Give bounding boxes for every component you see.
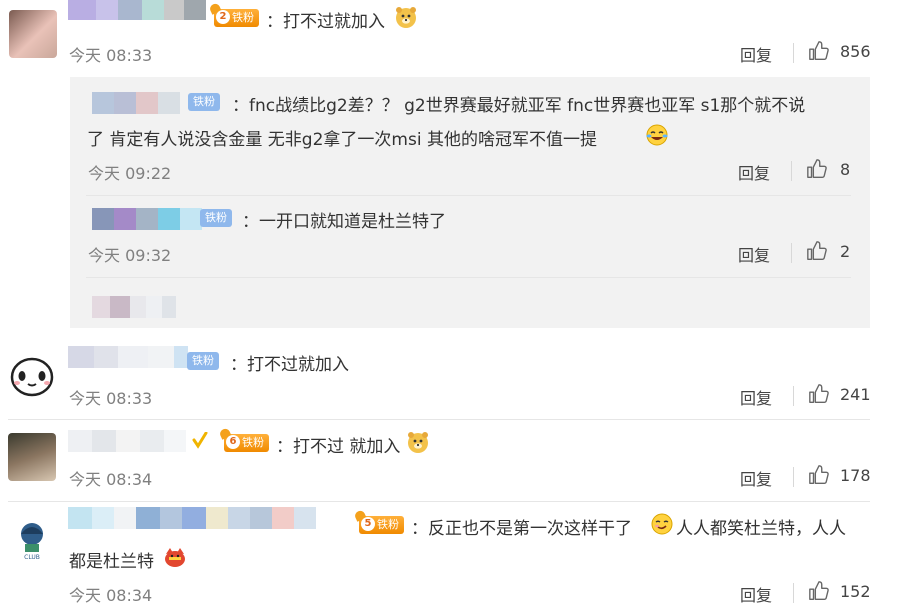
laugh-cry-emoji-icon xyxy=(646,124,668,146)
divider xyxy=(8,501,870,502)
avatar[interactable]: CLUB xyxy=(8,514,56,562)
red-face-emoji-icon xyxy=(165,548,185,567)
comment-text-line2: 都是杜兰特 xyxy=(69,552,154,572)
thumb-up-icon[interactable] xyxy=(808,40,830,62)
fan-badge[interactable]: 2 铁粉 xyxy=(214,9,259,27)
reply-button[interactable]: 回复 xyxy=(738,242,770,266)
like-count: 178 xyxy=(840,466,871,485)
reply-time: 今天 09:32 xyxy=(88,246,172,265)
comment-text: ：打不过 就加入 xyxy=(276,437,401,457)
comment-time: 今天 08:34 xyxy=(69,586,153,605)
comment-time: 今天 08:34 xyxy=(69,470,153,489)
doge-emoji-icon xyxy=(396,7,416,28)
like-count: 8 xyxy=(840,160,851,179)
reply-text-line1: ：fnc战绩比g2差？？ g2世界赛最好就亚军 fnc世界赛也亚军 s1那个就不… xyxy=(232,96,806,116)
fan-badge[interactable]: 铁粉 xyxy=(187,352,219,370)
comment-time: 今天 08:33 xyxy=(69,46,153,65)
divider xyxy=(8,419,870,420)
verified-check-icon xyxy=(192,432,208,449)
divider xyxy=(86,277,851,278)
avatar[interactable] xyxy=(8,433,56,481)
reply-text: ：一开口就知道是杜兰特了 xyxy=(242,212,446,232)
username-blurred[interactable] xyxy=(92,208,202,230)
reply-time: 今天 09:22 xyxy=(88,164,172,183)
reply-button[interactable]: 回复 xyxy=(740,466,772,490)
fan-badge[interactable]: 5 铁粉 xyxy=(359,516,404,534)
thumb-up-icon[interactable] xyxy=(806,158,828,180)
fan-badge-label: 铁粉 xyxy=(232,11,254,24)
comment-text: ：打不过就加入 xyxy=(230,355,349,375)
like-count: 241 xyxy=(840,385,871,404)
thumb-up-icon[interactable] xyxy=(806,240,828,262)
divider xyxy=(791,243,792,263)
thumb-up-icon[interactable] xyxy=(808,383,830,405)
comment-text: ：打不过就加入 xyxy=(266,12,385,32)
divider xyxy=(793,583,794,603)
like-count: 856 xyxy=(840,42,871,61)
fan-badge[interactable]: 6 铁粉 xyxy=(224,434,269,452)
username-blurred[interactable] xyxy=(68,0,206,20)
reply-button[interactable]: 回复 xyxy=(740,385,772,409)
comment-time: 今天 08:33 xyxy=(69,389,153,408)
svg-text:CLUB: CLUB xyxy=(24,554,40,561)
fan-badge-label: 铁粉 xyxy=(242,436,264,449)
divider xyxy=(791,161,792,181)
divider xyxy=(793,43,794,63)
username-blurred[interactable] xyxy=(92,92,180,114)
reply-button[interactable]: 回复 xyxy=(738,160,770,184)
reply-button[interactable]: 回复 xyxy=(740,582,772,606)
fan-level: 2 xyxy=(216,10,230,24)
avatar[interactable] xyxy=(9,10,57,58)
comment-text-line1: ：反正也不是第一次这样干了 xyxy=(411,519,632,539)
divider xyxy=(86,195,851,196)
thumb-up-icon[interactable] xyxy=(808,464,830,486)
smirk-emoji-icon xyxy=(651,513,673,535)
doge-emoji-icon xyxy=(408,432,428,453)
username-blurred[interactable] xyxy=(68,346,188,368)
more-replies-blurred[interactable] xyxy=(92,296,176,318)
avatar[interactable] xyxy=(8,352,56,400)
divider xyxy=(793,386,794,406)
comment-text-line1b: 人人都笑杜兰特，人人 xyxy=(676,519,846,539)
username-blurred[interactable] xyxy=(68,430,186,452)
fan-level: 5 xyxy=(361,517,375,531)
reply-text-line2: 了 肯定有人说没含金量 无非g2拿了一次msi 其他的啥冠军不值一提 xyxy=(87,130,597,150)
fan-badge[interactable]: 铁粉 xyxy=(188,93,220,111)
fan-level: 6 xyxy=(226,435,240,449)
reply-button[interactable]: 回复 xyxy=(740,42,772,66)
like-count: 152 xyxy=(840,582,871,601)
fan-badge-label: 铁粉 xyxy=(377,518,399,531)
fan-badge[interactable]: 铁粉 xyxy=(200,209,232,227)
username-blurred[interactable] xyxy=(68,507,316,529)
like-count: 2 xyxy=(840,242,851,261)
divider xyxy=(793,467,794,487)
